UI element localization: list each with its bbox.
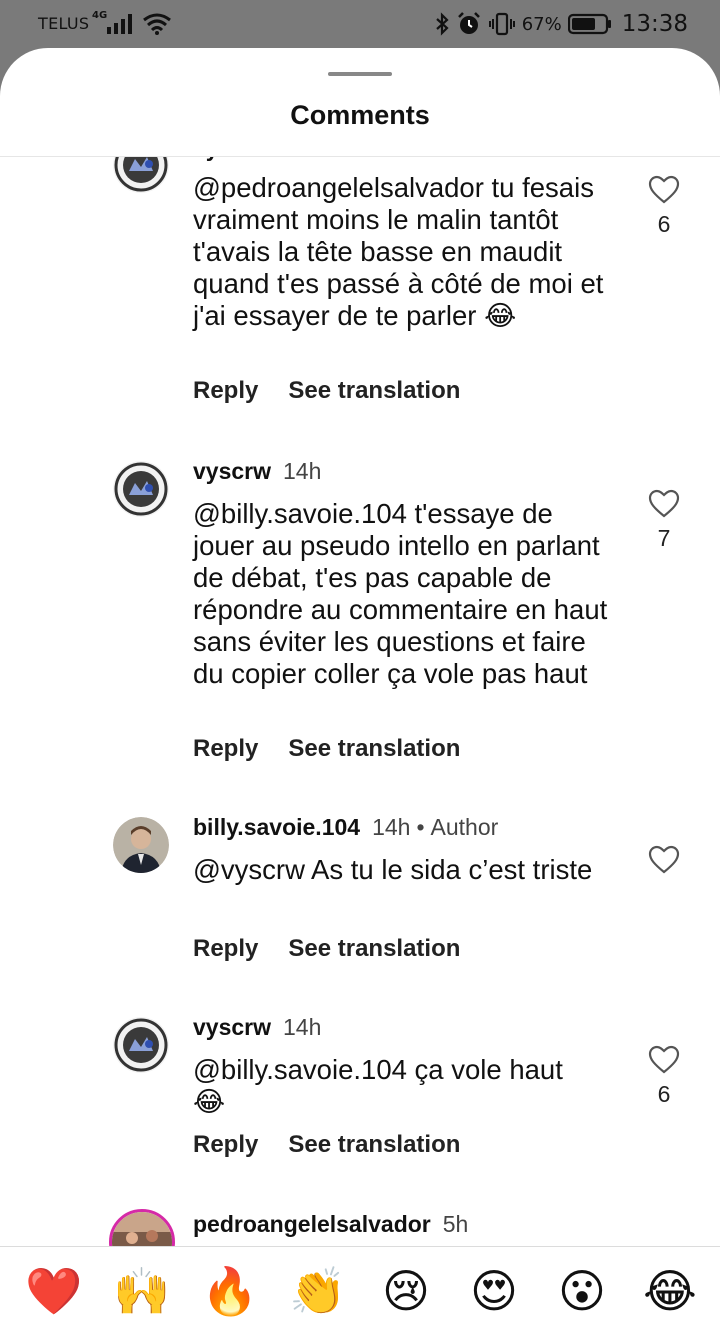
sheet-title: Comments: [290, 100, 430, 130]
network-type-label: 4G: [92, 10, 108, 21]
comment-header: vyscrw 14h: [193, 458, 321, 485]
comment-username[interactable]: pedroangelelsalvador: [193, 1211, 431, 1237]
emoji-heart-eyes[interactable]: 😍: [464, 1265, 524, 1317]
avatar[interactable]: [113, 817, 169, 873]
reply-button[interactable]: Reply: [193, 377, 258, 404]
heart-icon[interactable]: [648, 1045, 680, 1075]
comment-actions: Reply See translation: [193, 935, 460, 963]
comment-actions: Reply See translation: [193, 377, 460, 405]
emoji-raised-hands[interactable]: 🙌: [112, 1265, 172, 1317]
status-bar: TELUS 4G 67% 13:38: [0, 0, 720, 48]
drag-handle[interactable]: [328, 72, 392, 76]
emoji-crying[interactable]: 😢: [376, 1265, 436, 1317]
see-translation-button[interactable]: See translation: [288, 377, 460, 404]
comment-time: 14h: [372, 814, 411, 840]
comment-header: vyscrw 14h: [193, 1014, 321, 1041]
avatar[interactable]: [113, 461, 169, 517]
like-count: 7: [657, 525, 671, 551]
comment-username[interactable]: billy.savoie.104: [193, 814, 360, 840]
comment-time: 14h: [283, 1014, 322, 1040]
carrier-label: TELUS: [38, 14, 90, 33]
emoji-heart[interactable]: ❤️: [24, 1265, 84, 1317]
bluetooth-icon: [435, 12, 449, 36]
comment-header: pedroangelelsalvador 5h: [193, 1211, 468, 1238]
emoji-reaction-bar: ❤️ 🙌 🔥 👏 😢 😍 😮 😂: [0, 1246, 720, 1329]
alarm-icon: [457, 12, 480, 34]
comment-username[interactable]: vyscrw: [193, 458, 271, 484]
comment-text: @billy.savoie.104 ça vole haut 😂: [193, 1054, 563, 1117]
emoji-laughing[interactable]: 😂: [640, 1265, 700, 1317]
reply-button[interactable]: Reply: [193, 1131, 258, 1158]
emoji-clapping[interactable]: 👏: [288, 1265, 348, 1317]
signal-icon: [107, 14, 132, 34]
heart-icon[interactable]: [648, 175, 680, 205]
emoji-fire[interactable]: 🔥: [200, 1265, 260, 1317]
comment-time: 5h: [442, 1211, 469, 1237]
like-control[interactable]: 7: [646, 489, 682, 552]
comment-text: @vyscrw As tu le sida c’est triste: [193, 854, 593, 885]
comments-list[interactable]: vyscrw @pedroangelelsalvador tu fesais v…: [0, 157, 720, 1246]
avatar[interactable]: [109, 1209, 175, 1246]
comment-time: 14h: [283, 458, 322, 484]
reply-button[interactable]: Reply: [193, 935, 258, 962]
like-control[interactable]: [646, 845, 682, 875]
comment-username[interactable]: vyscrw: [193, 157, 271, 161]
like-control[interactable]: 6: [646, 175, 682, 238]
avatar[interactable]: [113, 157, 169, 193]
comments-sheet: Comments vyscrw @pedroangelelsalvador tu…: [0, 48, 720, 1329]
see-translation-button[interactable]: See translation: [288, 735, 460, 762]
heart-icon[interactable]: [648, 845, 680, 875]
author-badge: Author: [430, 814, 499, 840]
comment-header: vyscrw: [193, 157, 271, 162]
comment-header: billy.savoie.104 14h • Author: [193, 814, 498, 841]
battery-icon: [567, 13, 611, 35]
separator-dot: •: [416, 814, 425, 840]
comment-username[interactable]: vyscrw: [193, 1014, 271, 1040]
heart-icon[interactable]: [648, 489, 680, 519]
see-translation-button[interactable]: See translation: [288, 1131, 460, 1158]
vibrate-icon: [488, 12, 515, 36]
like-count: 6: [657, 211, 671, 237]
clock: 13:38: [621, 11, 688, 37]
emoji-surprised[interactable]: 😮: [552, 1265, 612, 1317]
comment-actions: Reply See translation: [193, 735, 460, 763]
avatar[interactable]: [113, 1017, 169, 1073]
like-count: 6: [657, 1081, 671, 1107]
like-control[interactable]: 6: [646, 1045, 682, 1108]
comment-text: @pedroangelelsalvador tu fesais vraiment…: [193, 172, 604, 331]
comment-actions: Reply See translation: [193, 1131, 460, 1159]
see-translation-button[interactable]: See translation: [288, 935, 460, 962]
comment-text: @billy.savoie.104 t'essaye de jouer au p…: [193, 498, 608, 689]
wifi-icon: [143, 13, 171, 35]
reply-button[interactable]: Reply: [193, 735, 258, 762]
battery-percent: 67%: [521, 13, 562, 35]
